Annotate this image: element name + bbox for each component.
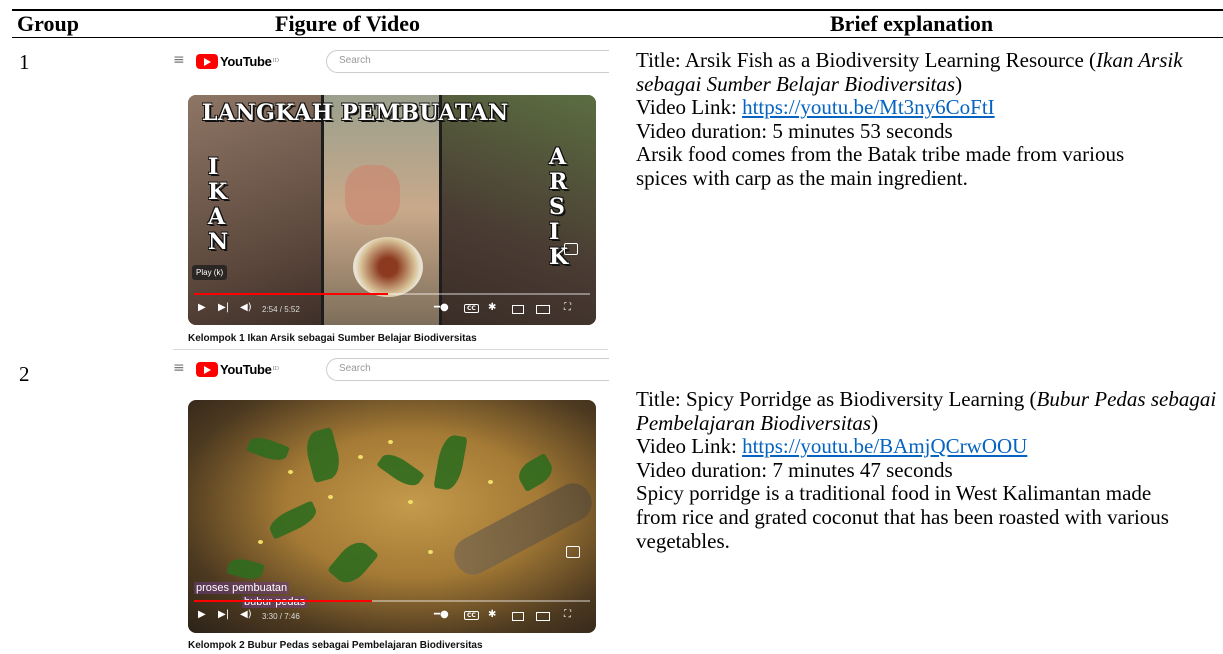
video-panel-middle (323, 95, 441, 325)
progress-bar[interactable] (194, 600, 590, 602)
autoplay-toggle-icon[interactable]: ━● (434, 609, 449, 620)
youtube-play-logo-icon (196, 53, 218, 69)
explanation-1: Title: Arsik Fish as a Biodiversity Lear… (636, 48, 1221, 191)
explanation-description: Arsik food comes from the Batak tribe ma… (636, 142, 1125, 190)
header-figure-of-video: Figure of Video (275, 11, 421, 36)
volume-icon[interactable]: ◀) (240, 302, 252, 313)
explanation-description: Spicy porridge is a traditional food in … (636, 481, 1169, 553)
hamburger-menu-icon[interactable]: ≡ (173, 52, 185, 68)
youtube-wordmark: YouTube (220, 361, 272, 377)
header-brief-explanation: Brief explanation (830, 11, 994, 36)
group-number-2: 2 (19, 362, 30, 386)
video-caption-2[interactable]: Kelompok 2 Bubur Pedas sebagai Pembelaja… (188, 640, 483, 651)
progress-bar[interactable] (194, 293, 590, 295)
player-controls: ▶ ▶| ◀) 3:30 / 7:46 ━● CC ✱ ⛶ (196, 609, 588, 625)
next-icon[interactable]: ▶| (218, 609, 229, 620)
play-tooltip: Play (k) (192, 265, 228, 280)
volume-icon[interactable]: ◀) (240, 609, 252, 620)
video-player-1[interactable]: LANGKAH PEMBUATAN I K A N A R S I K Play… (188, 95, 596, 325)
explanation-duration: Video duration: 7 minutes 47 seconds (636, 457, 953, 482)
explanation-link-line: Video Link: https://youtu.be/BAmjQCrwOOU (636, 434, 1028, 459)
youtube-play-logo-icon (196, 361, 218, 377)
youtube-logo[interactable]: YouTube ID (196, 53, 279, 69)
settings-gear-icon[interactable]: ✱ (488, 302, 496, 313)
time-display: 3:30 / 7:46 (262, 612, 300, 621)
explanation-title: Title: Arsik Fish as a Biodiversity Lear… (636, 48, 1183, 96)
theater-mode-icon[interactable] (536, 305, 550, 314)
explanation-title: Title: Spicy Porridge as Biodiversity Le… (636, 387, 1217, 435)
header-group: Group (17, 11, 79, 36)
player-controls: ▶ ▶| ◀) 2:54 / 5:52 ━● CC ✱ ⛶ (196, 302, 588, 318)
miniplayer-overlay-icon[interactable] (566, 546, 580, 558)
miniplayer-icon[interactable] (512, 612, 524, 621)
miniplayer-icon[interactable] (512, 305, 524, 314)
search-input[interactable]: Search (326, 50, 609, 73)
theater-mode-icon[interactable] (536, 612, 550, 621)
explanation-link-line: Video Link: https://youtu.be/Mt3ny6CoFtI (636, 95, 995, 120)
search-input[interactable]: Search (326, 358, 609, 381)
youtube-header-bar-2: ≡ YouTube ID Search (173, 357, 609, 381)
video-subtitle-line-1: proses pembuatan (194, 582, 290, 594)
wooden-spoon (447, 477, 596, 581)
play-icon[interactable]: ▶ (198, 609, 206, 620)
video-link[interactable]: https://youtu.be/Mt3ny6CoFtI (742, 95, 995, 119)
captions-icon[interactable]: CC (464, 611, 479, 620)
autoplay-toggle-icon[interactable]: ━● (434, 302, 449, 313)
video-player-2[interactable]: proses pembuatan bubur pedas ▶ ▶| ◀) 3:3… (188, 400, 596, 633)
fullscreen-icon[interactable]: ⛶ (564, 302, 571, 313)
video-panel-right (441, 95, 596, 325)
youtube-header-bar-1: ≡ YouTube ID Search (173, 49, 609, 73)
youtube-logo[interactable]: YouTube ID (196, 361, 279, 377)
explanation-2: Title: Spicy Porridge as Biodiversity Le… (636, 387, 1221, 553)
video-overlay-title: LANGKAH PEMBUATAN (202, 100, 509, 126)
group-number-1: 1 (19, 50, 30, 74)
table-header-rule (12, 37, 1223, 38)
fullscreen-icon[interactable]: ⛶ (564, 609, 571, 620)
time-display: 2:54 / 5:52 (262, 305, 300, 314)
play-icon[interactable]: ▶ (198, 302, 206, 313)
settings-gear-icon[interactable]: ✱ (488, 609, 496, 620)
video-link[interactable]: https://youtu.be/BAmjQCrwOOU (742, 434, 1027, 458)
table-top-rule (12, 9, 1223, 11)
youtube-wordmark: YouTube (220, 53, 272, 69)
captions-icon[interactable]: CC (464, 304, 479, 313)
hamburger-menu-icon[interactable]: ≡ (173, 360, 185, 376)
miniplayer-overlay-icon[interactable] (564, 243, 578, 255)
video-caption-1[interactable]: Kelompok 1 Ikan Arsik sebagai Sumber Bel… (188, 333, 477, 344)
video-subtitle-line-2: bubur pedas (242, 596, 308, 608)
explanation-duration: Video duration: 5 minutes 53 seconds (636, 118, 953, 143)
next-icon[interactable]: ▶| (218, 302, 229, 313)
video-overlay-left-word: I K A N (208, 154, 229, 255)
food-plate (353, 237, 423, 297)
